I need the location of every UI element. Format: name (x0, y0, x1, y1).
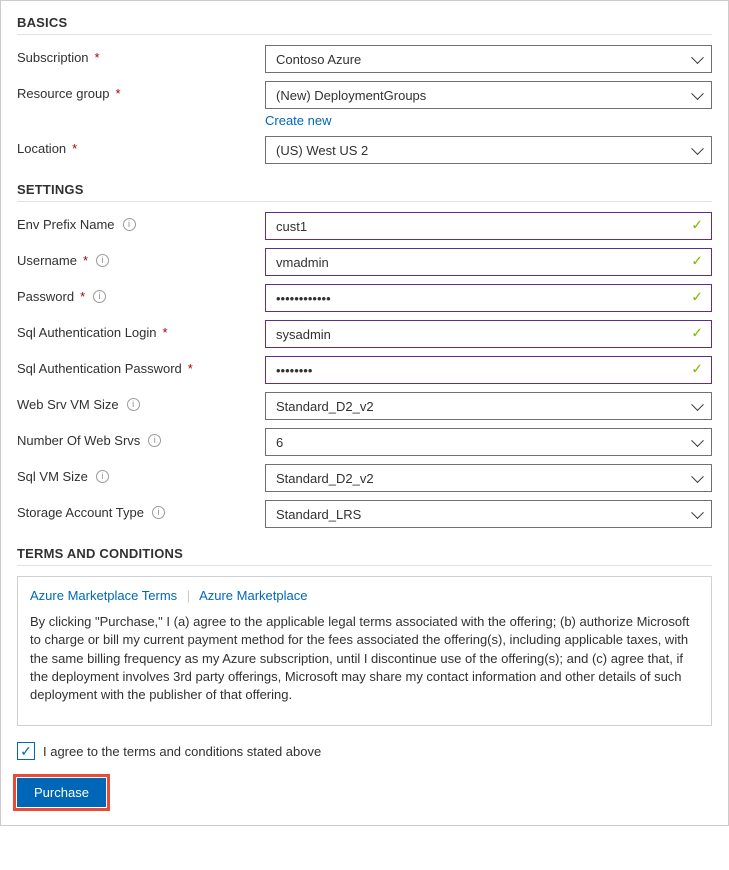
sql-pass-label: Sql Authentication Password (17, 361, 182, 376)
chevron-down-icon (693, 92, 703, 98)
required-icon: * (116, 86, 121, 101)
terms-body: By clicking "Purchase," I (a) agree to t… (30, 613, 699, 704)
info-icon[interactable]: i (123, 218, 136, 231)
purchase-button[interactable]: Purchase (17, 778, 106, 807)
required-icon: * (72, 141, 77, 156)
terms-box[interactable]: Azure Marketplace Terms | Azure Marketpl… (17, 576, 712, 726)
subscription-value: Contoso Azure (276, 52, 361, 67)
sql-login-value: sysadmin (276, 327, 331, 342)
location-select[interactable]: (US) West US 2 (265, 136, 712, 164)
web-vm-size-label: Web Srv VM Size (17, 397, 119, 412)
storage-type-select[interactable]: Standard_LRS (265, 500, 712, 528)
check-icon: ✓ (691, 361, 703, 378)
required-icon: * (163, 325, 168, 340)
username-value: vmadmin (276, 255, 329, 270)
check-icon: ✓ (20, 743, 32, 760)
password-input[interactable]: •••••••••••• ✓ (265, 284, 712, 312)
username-label: Username (17, 253, 77, 268)
check-icon: ✓ (691, 289, 703, 306)
resource-group-select[interactable]: (New) DeploymentGroups (265, 81, 712, 109)
chevron-down-icon (693, 475, 703, 481)
chevron-down-icon (693, 511, 703, 517)
location-label: Location (17, 141, 66, 156)
terms-tab-marketplace-terms[interactable]: Azure Marketplace Terms (30, 588, 177, 603)
info-icon[interactable]: i (96, 254, 109, 267)
sql-vm-size-select[interactable]: Standard_D2_v2 (265, 464, 712, 492)
agree-checkbox[interactable]: ✓ (17, 742, 35, 760)
info-icon[interactable]: i (93, 290, 106, 303)
info-icon[interactable]: i (96, 470, 109, 483)
num-web-srvs-value: 6 (276, 435, 283, 450)
chevron-down-icon (693, 147, 703, 153)
sql-login-label: Sql Authentication Login (17, 325, 157, 340)
sql-vm-size-value: Standard_D2_v2 (276, 471, 374, 486)
info-icon[interactable]: i (152, 506, 165, 519)
subscription-label: Subscription (17, 50, 89, 65)
section-settings-title: SETTINGS (17, 182, 712, 202)
required-icon: * (188, 361, 193, 376)
required-icon: * (83, 253, 88, 268)
chevron-down-icon (693, 439, 703, 445)
env-prefix-value: cust1 (276, 219, 307, 234)
required-icon: * (80, 289, 85, 304)
agree-label: I agree to the terms and conditions stat… (43, 744, 321, 759)
location-value: (US) West US 2 (276, 143, 368, 158)
chevron-down-icon (693, 56, 703, 62)
password-value: •••••••••••• (276, 291, 331, 306)
info-icon[interactable]: i (127, 398, 140, 411)
env-prefix-label: Env Prefix Name (17, 217, 115, 232)
chevron-down-icon (693, 403, 703, 409)
check-icon: ✓ (691, 253, 703, 270)
section-terms-title: TERMS AND CONDITIONS (17, 546, 712, 566)
storage-type-label: Storage Account Type (17, 505, 144, 520)
resource-group-value: (New) DeploymentGroups (276, 88, 426, 103)
sql-vm-size-label: Sql VM Size (17, 469, 88, 484)
storage-type-value: Standard_LRS (276, 507, 361, 522)
required-icon: * (95, 50, 100, 65)
web-vm-size-select[interactable]: Standard_D2_v2 (265, 392, 712, 420)
sql-pass-input[interactable]: •••••••• ✓ (265, 356, 712, 384)
sql-login-input[interactable]: sysadmin ✓ (265, 320, 712, 348)
web-vm-size-value: Standard_D2_v2 (276, 399, 374, 414)
tab-separator: | (187, 588, 190, 603)
num-web-srvs-label: Number Of Web Srvs (17, 433, 140, 448)
section-basics-title: BASICS (17, 15, 712, 35)
create-new-link[interactable]: Create new (265, 113, 331, 128)
username-input[interactable]: vmadmin ✓ (265, 248, 712, 276)
sql-pass-value: •••••••• (276, 363, 312, 378)
password-label: Password (17, 289, 74, 304)
env-prefix-input[interactable]: cust1 ✓ (265, 212, 712, 240)
num-web-srvs-select[interactable]: 6 (265, 428, 712, 456)
subscription-select[interactable]: Contoso Azure (265, 45, 712, 73)
info-icon[interactable]: i (148, 434, 161, 447)
check-icon: ✓ (691, 217, 703, 234)
check-icon: ✓ (691, 325, 703, 342)
terms-tab-marketplace[interactable]: Azure Marketplace (199, 588, 307, 603)
resource-group-label: Resource group (17, 86, 110, 101)
